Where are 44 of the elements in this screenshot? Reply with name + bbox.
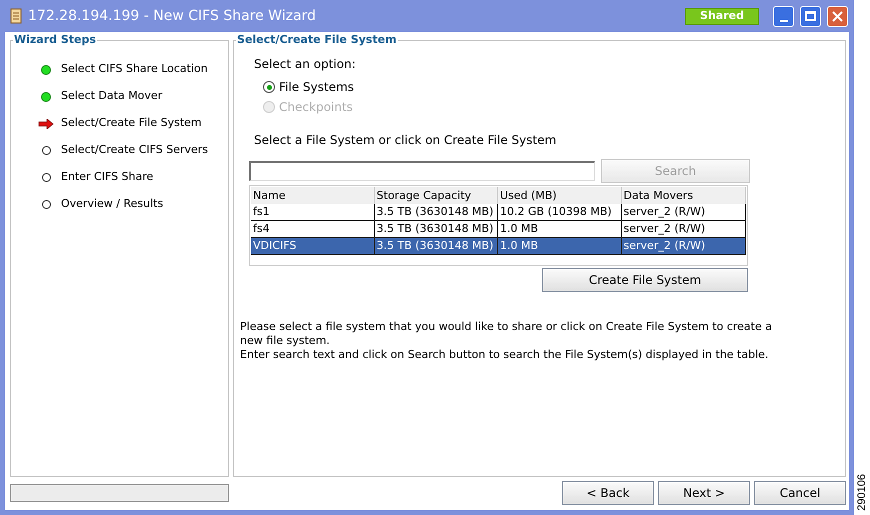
table-cell: server_2 (R/W)	[622, 204, 746, 220]
step-label: Enter CIFS Share	[61, 169, 154, 186]
wizard-nav-button[interactable]: Cancel	[754, 481, 846, 505]
close-icon	[832, 10, 843, 22]
table-cell: server_2 (R/W)	[622, 220, 746, 236]
document-icon	[10, 8, 22, 24]
table-cell: 3.5 TB (3630148 MB)	[374, 238, 498, 254]
window-title: 172.28.194.199 - New CIFS Share Wizard	[28, 6, 317, 26]
panel-title: Select/Create File System	[236, 32, 398, 48]
panel-title: Wizard Steps	[13, 32, 97, 48]
table-row[interactable]: fs4 3.5 TB (3630148 MB) 1.0 MB server_2 (R/W)	[251, 220, 746, 238]
maximize-button[interactable]	[800, 6, 821, 26]
radio-label: Checkpoints	[279, 99, 353, 116]
table-cell: 10.2 GB (10398 MB)	[498, 204, 622, 220]
option-prompt: Select an option:	[254, 56, 356, 72]
step-label: Select Data Mover	[61, 88, 162, 104]
table-cell: VDICIFS	[251, 238, 375, 254]
status-badge: Shared	[685, 8, 759, 24]
minimize-button[interactable]	[773, 6, 794, 26]
table-cell: 3.5 TB (3630148 MB)	[374, 220, 498, 236]
step-label: Select/Create File System	[61, 115, 202, 132]
help-text: Please select a file system that you would like to share or click on Create File System to create a new file system.	[240, 320, 773, 348]
table-row[interactable]: VDICIFS 3.5 TB (3630148 MB) 1.0 MB server_2 (R/W)	[251, 238, 746, 254]
table-cell: fs4	[251, 220, 375, 236]
table-cell: 3.5 TB (3630148 MB)	[374, 204, 498, 220]
wizard-nav-button[interactable]: < Back	[562, 481, 654, 505]
figure-number: 290106	[855, 474, 869, 511]
table-cell: 1.0 MB	[498, 220, 622, 236]
help-text: Enter search text and click on Search button to search the File System(s) displayed in the table.	[240, 348, 770, 362]
table-cell: server_2 (R/W)	[622, 238, 746, 254]
search-field[interactable]	[249, 160, 596, 180]
step-label: Select/Create CIFS Servers	[61, 142, 208, 158]
create-file-system-button[interactable]: Create File System	[542, 268, 748, 292]
table-cell: fs1	[251, 204, 375, 220]
table-cell: 1.0 MB	[498, 238, 622, 254]
table-row[interactable]: fs1 3.5 TB (3630148 MB) 10.2 GB (10398 MB) server_2 (R/W)	[251, 204, 746, 220]
step-label: Overview / Results	[61, 196, 164, 212]
step-label: Select CIFS Share Location	[61, 61, 208, 78]
wizard-nav-button[interactable]: Next >	[658, 481, 750, 505]
close-button[interactable]	[827, 6, 848, 26]
radio-button[interactable]	[263, 81, 276, 93]
radio-label: File Systems	[279, 79, 354, 96]
table-prompt: Select a File System or click on Create File System	[254, 132, 556, 148]
right-arrow-icon	[38, 118, 54, 128]
